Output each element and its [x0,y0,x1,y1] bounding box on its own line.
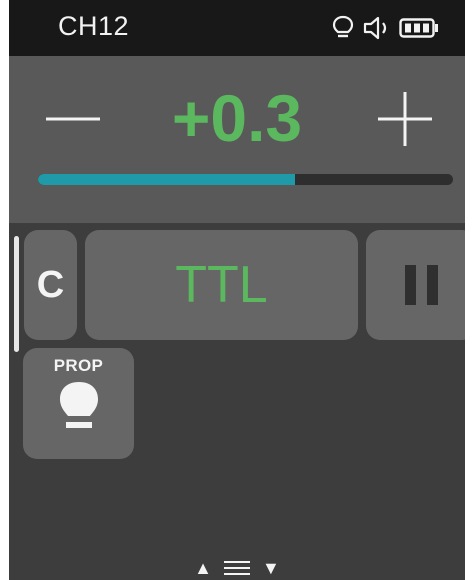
ttl-mode-button[interactable]: TTL [85,230,358,340]
status-icons [331,14,439,42]
mode-label: TTL [175,256,268,314]
group-button[interactable]: C [24,230,77,340]
power-panel: +0.3 [9,56,465,223]
status-bar: CH12 [9,0,465,56]
pause-icon [426,265,438,305]
scroll-indicator [14,236,19,352]
bulb-icon [59,382,98,428]
page-down-button[interactable]: ▼ [262,559,280,577]
plus-icon [378,92,432,146]
prop-button[interactable]: PROP [23,348,134,459]
flash-screen: CH12 +0.3 C TTL PROP ▲ ▼ [9,0,465,580]
modeling-lamp-icon [332,15,354,38]
menu-icon[interactable] [222,560,252,576]
group-label: C [36,263,65,306]
pause-button[interactable] [366,230,465,340]
speaker-icon [363,16,387,40]
pause-icon [404,265,416,305]
power-level-slider[interactable] [38,174,453,185]
prop-label: PROP [53,356,104,375]
bottom-nav: ▲ ▼ [9,556,465,580]
page-up-button[interactable]: ▲ [194,559,212,577]
battery-icon [399,18,438,38]
increase-power-button[interactable] [375,89,435,149]
power-level-fill [38,174,296,185]
channel-label: CH12 [58,11,130,41]
